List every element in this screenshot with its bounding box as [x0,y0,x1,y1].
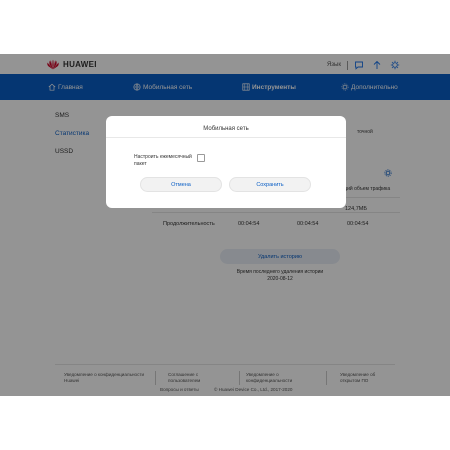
web-page: HUAWEI Язык Главная Мобильная сеть Инстр… [0,54,450,396]
mobile-network-dialog: Мобильная сеть Настроить ежемесячный пак… [106,116,346,208]
modal-overlay[interactable] [0,54,450,396]
monthly-plan-label: Настроить ежемесячный пакет [134,154,192,167]
save-button[interactable]: Сохранить [229,177,311,192]
dialog-divider [106,137,346,138]
dialog-title: Мобильная сеть [203,126,249,132]
monthly-plan-checkbox[interactable] [197,154,205,162]
cancel-button[interactable]: Отмена [140,177,222,192]
